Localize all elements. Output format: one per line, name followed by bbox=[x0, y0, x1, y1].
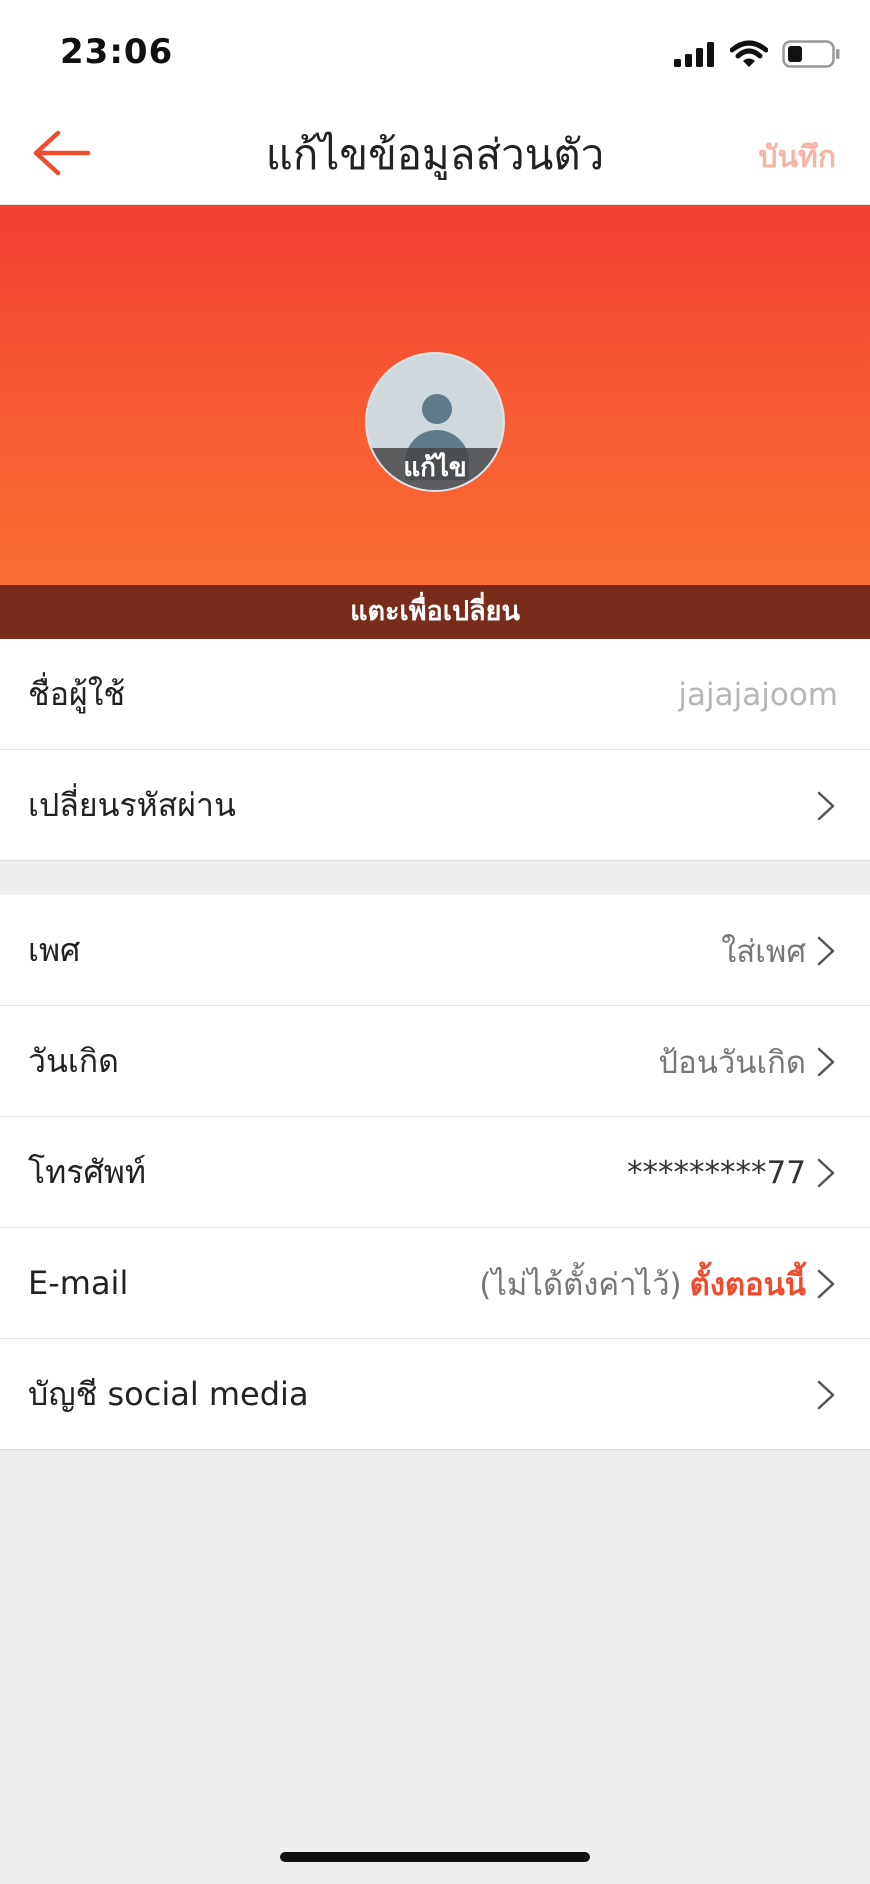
change-password-row[interactable]: เปลี่ยนรหัสผ่าน bbox=[0, 750, 870, 861]
save-button[interactable]: บันทึก bbox=[759, 134, 837, 181]
social-media-label: บัญชี social media bbox=[28, 1375, 309, 1413]
account-group: ชื่อผู้ใช้ jajajajoom เปลี่ยนรหัสผ่าน bbox=[0, 639, 870, 861]
tap-to-change-bar[interactable]: แตะเพื่อเปลี่ยน bbox=[0, 585, 870, 639]
nav-bar: แก้ไขข้อมูลส่วนตัว บันทึก bbox=[0, 100, 870, 205]
chevron-right-icon bbox=[817, 1269, 835, 1298]
wifi-icon bbox=[730, 40, 768, 67]
status-icons bbox=[674, 36, 840, 72]
status-bar: 23:06 bbox=[0, 0, 870, 100]
username-row: ชื่อผู้ใช้ jajajajoom bbox=[0, 639, 870, 750]
status-time: 23:06 bbox=[60, 32, 174, 72]
gender-label: เพศ bbox=[28, 931, 81, 969]
change-password-label: เปลี่ยนรหัสผ่าน bbox=[28, 786, 236, 824]
username-label: ชื่อผู้ใช้ bbox=[28, 675, 126, 713]
email-setup-link[interactable]: ตั้งตอนนี้ bbox=[690, 1259, 806, 1309]
chevron-right-icon bbox=[817, 1380, 835, 1409]
birthday-label: วันเกิด bbox=[28, 1042, 119, 1080]
home-indicator[interactable] bbox=[280, 1852, 590, 1862]
chevron-right-icon bbox=[817, 1047, 835, 1076]
email-row[interactable]: E-mail (ไม่ได้ตั้งค่าไว้) ตั้งตอนนี้ bbox=[0, 1228, 870, 1339]
signal-icon bbox=[674, 42, 714, 67]
gender-value: ใส่เพศ bbox=[721, 933, 806, 970]
profile-group: เพศ ใส่เพศ วันเกิด ป้อนวันเกิด โทรศัพท์ … bbox=[0, 895, 870, 1450]
birthday-value: ป้อนวันเกิด bbox=[658, 1044, 806, 1081]
chevron-right-icon bbox=[817, 936, 835, 965]
phone-label: โทรศัพท์ bbox=[28, 1153, 146, 1191]
email-status: (ไม่ได้ตั้งค่าไว้) bbox=[479, 1266, 682, 1303]
avatar-placeholder-head bbox=[422, 394, 452, 424]
page-title: แก้ไขข้อมูลส่วนตัว bbox=[265, 130, 605, 179]
username-value: jajajajoom bbox=[678, 676, 838, 713]
avatar[interactable]: แก้ไข bbox=[365, 352, 505, 492]
edit-profile-screen: 23:06 แก้ไขข้อมูลส่วนตัว บันทึก แก้ไข แต… bbox=[0, 0, 870, 1884]
social-media-row[interactable]: บัญชี social media bbox=[0, 1339, 870, 1450]
chevron-right-icon bbox=[817, 791, 835, 820]
phone-value: *********77 bbox=[627, 1154, 806, 1191]
email-label: E-mail bbox=[28, 1264, 129, 1302]
gender-row[interactable]: เพศ ใส่เพศ bbox=[0, 895, 870, 1006]
phone-row[interactable]: โทรศัพท์ *********77 bbox=[0, 1117, 870, 1228]
chevron-right-icon bbox=[817, 1158, 835, 1187]
avatar-edit-label: แก้ไข bbox=[367, 448, 503, 490]
birthday-row[interactable]: วันเกิด ป้อนวันเกิด bbox=[0, 1006, 870, 1117]
battery-icon bbox=[782, 40, 840, 68]
